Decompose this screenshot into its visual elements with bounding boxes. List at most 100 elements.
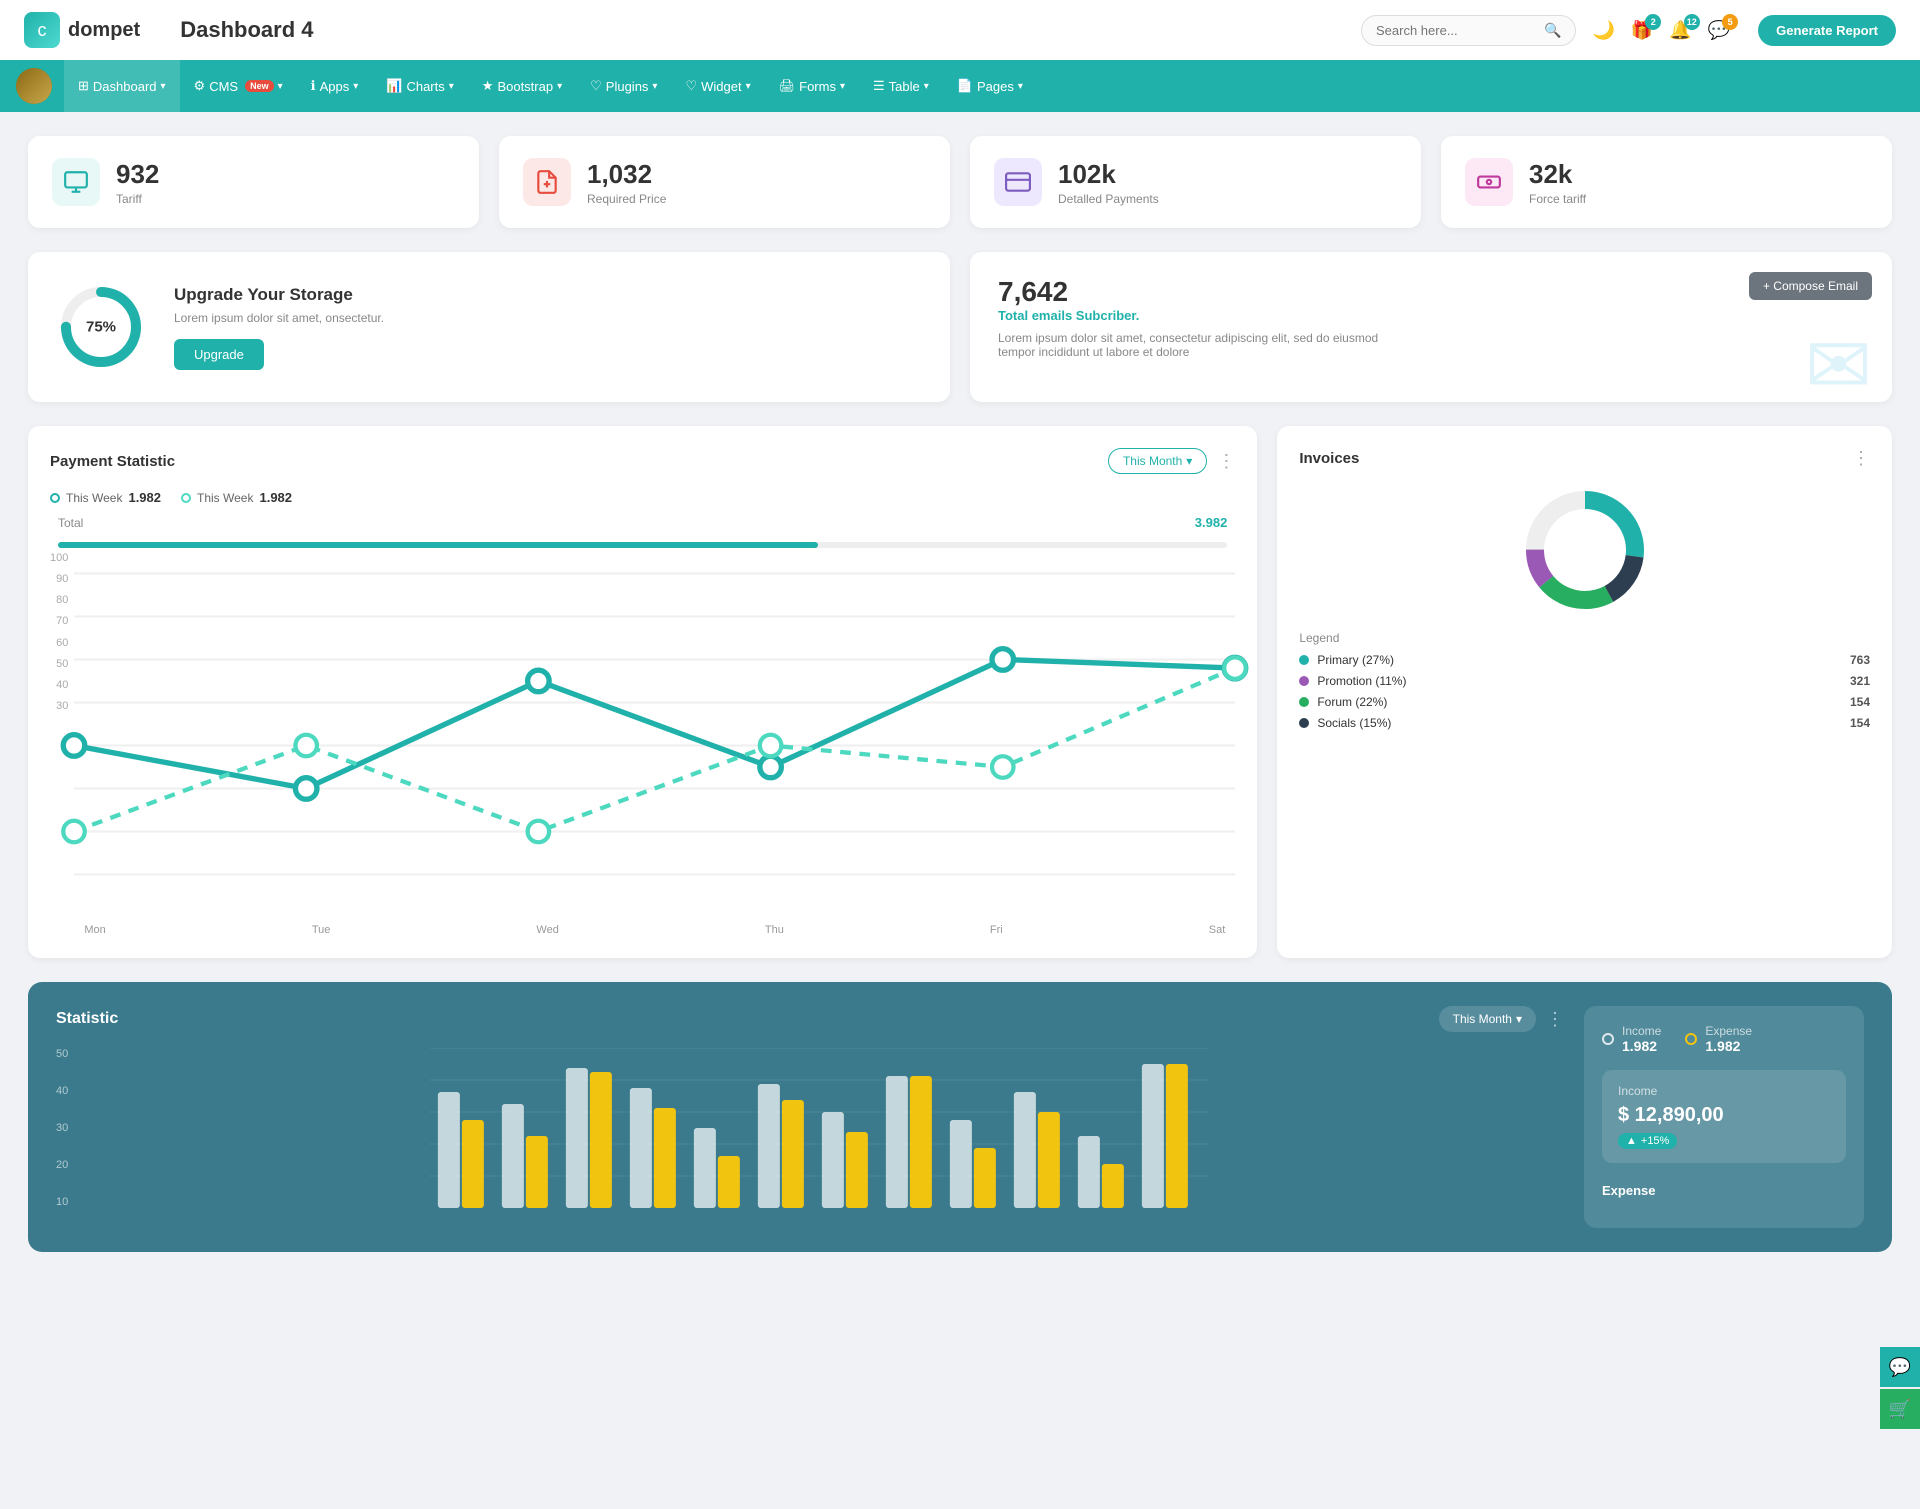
statistic-more-icon[interactable]: ⋮ [1546,1009,1564,1030]
dark-mode-button[interactable]: 🌙 [1592,20,1614,41]
email-bg-icon: ✉ [1805,319,1872,402]
forum-dot [1299,697,1309,707]
email-card: + Compose Email 7,642 Total emails Subcr… [970,252,1892,402]
notification-badge: 12 [1684,14,1700,30]
storage-percent: 75% [86,319,116,336]
income-legend-value: 1.982 [1622,1038,1661,1054]
this-month-button[interactable]: This Month ▾ [1108,448,1207,474]
statistic-chart-area: Statistic This Month ▾ ⋮ 50 40 30 20 [56,1006,1564,1228]
gift-button[interactable]: 🎁2 [1631,20,1653,41]
plugins-icon: ♡ [590,78,602,94]
cart-support-button[interactable]: 🛒 [1880,1389,1920,1429]
nav-item-bootstrap[interactable]: ★ Bootstrap ▾ [468,60,576,112]
socials-dot [1299,718,1309,728]
nav-item-dashboard[interactable]: ⊞ Dashboard ▾ [64,60,180,112]
bar-y-labels: 50 40 30 20 10 [56,1048,76,1228]
logo: c dompet [24,12,140,48]
income-change-badge: ▲ +15% [1618,1133,1677,1149]
price-value: 1,032 [587,159,666,190]
invoices-title: Invoices [1299,450,1359,467]
y-axis-labels: 100 90 80 70 60 50 40 30 [50,552,74,712]
header: c dompet Dashboard 4 🔍 🌙 🎁2 🔔12 💬5 Gener… [0,0,1920,60]
payments-icon [994,158,1042,206]
total-progress [50,542,1235,548]
statistic-this-month-button[interactable]: This Month ▾ [1439,1006,1536,1032]
notification-button[interactable]: 🔔12 [1669,20,1691,41]
stat-card-tariff: 932 Tariff [28,136,479,228]
legend-item-1: This Week 1.982 [50,490,161,505]
stat-card-force-tariff: 32k Force tariff [1441,136,1892,228]
storage-card: 75% Upgrade Your Storage Lorem ipsum dol… [28,252,950,402]
chart-title: Payment Statistic [50,453,175,470]
chat-support-button[interactable]: 💬 [1880,1347,1920,1387]
line-chart-container: Mon Tue Wed Thu Fri Sat [74,552,1235,936]
legend-left-socials: Socials (15%) [1299,716,1391,730]
nav-avatar [16,68,52,104]
chart-header: Payment Statistic This Month ▾ ⋮ [50,448,1235,474]
statistic-title: Statistic [56,1010,118,1028]
message-button[interactable]: 💬5 [1708,20,1730,41]
nav-item-widget[interactable]: ♡ Widget ▾ [671,60,764,112]
nav-item-pages[interactable]: 📄 Pages ▾ [943,60,1037,112]
invoices-card: Invoices ⋮ Legend [1277,426,1892,958]
primary-dot [1299,655,1309,665]
stat-card-payments: 102k Detalled Payments [970,136,1421,228]
nav-item-table[interactable]: ☰ Table ▾ [859,60,943,112]
more-options-icon[interactable]: ⋮ [1217,451,1235,472]
nav-item-apps[interactable]: ℹ Apps ▾ [297,60,373,112]
storage-title: Upgrade Your Storage [174,285,384,305]
nav-label-pages: Pages [977,79,1014,94]
legend-title: Legend [1299,631,1870,645]
stat-card-price: 1,032 Required Price [499,136,950,228]
chevron-down-icon-bootstrap: ▾ [557,81,562,92]
tariff-label: Tariff [116,192,159,206]
nav-item-charts[interactable]: 📊 Charts ▾ [372,60,468,112]
bootstrap-icon: ★ [482,78,494,94]
income-amount: $ 12,890,00 [1618,1104,1830,1127]
stat-info-panel: Income 1.982 Expense 1.982 Income $ [1584,1006,1864,1228]
nav-label-forms: Forms [799,79,836,94]
main-content: 932 Tariff 1,032 Required Price 102k Det… [0,112,1920,1300]
page-title: Dashboard 4 [180,17,1361,43]
nav-item-forms[interactable]: 🖨 Forms ▾ [765,60,859,112]
statistic-header: Statistic This Month ▾ ⋮ [56,1006,1564,1032]
nav-item-cms[interactable]: ⚙ CMS New ▾ [180,60,297,112]
income-box: Income $ 12,890,00 ▲ +15% [1602,1070,1846,1163]
compose-email-button[interactable]: + Compose Email [1749,272,1872,300]
search-input[interactable] [1376,23,1536,38]
nav-label-bootstrap: Bootstrap [497,79,553,94]
income-legend-label: Income [1622,1024,1661,1038]
message-badge: 5 [1722,14,1738,30]
middle-section: 75% Upgrade Your Storage Lorem ipsum dol… [28,252,1892,402]
search-icon[interactable]: 🔍 [1544,22,1561,39]
upgrade-button[interactable]: Upgrade [174,339,264,370]
stat-legend-row: Income 1.982 Expense 1.982 [1602,1024,1846,1054]
income-change-value: +15% [1641,1135,1669,1147]
statistic-controls: This Month ▾ ⋮ [1439,1006,1564,1032]
invoices-more-icon[interactable]: ⋮ [1852,448,1870,469]
legend-dot-2 [181,493,191,503]
expense-legend: Expense 1.982 [1685,1024,1752,1054]
generate-report-button[interactable]: Generate Report [1758,15,1896,46]
legend-left-forum: Forum (22%) [1299,695,1387,709]
nav-item-plugins[interactable]: ♡ Plugins ▾ [576,60,671,112]
chevron-down-icon-charts: ▾ [449,81,454,92]
forms-icon: 🖨 [779,78,796,94]
logo-text: dompet [68,19,140,42]
price-label: Required Price [587,192,666,206]
statistic-section: Statistic This Month ▾ ⋮ 50 40 30 20 [28,982,1892,1252]
legend-left-primary: Primary (27%) [1299,653,1394,667]
total-row: Total 3.982 [50,515,1235,530]
gift-badge: 2 [1645,14,1661,30]
force-tariff-label: Force tariff [1529,192,1586,206]
legend-left-promotion: Promotion (11%) [1299,674,1406,688]
nav-label-charts: Charts [406,79,444,94]
chevron-down-icon-pages: ▾ [1018,81,1023,92]
bar-chart-wrapper: 50 40 30 20 10 [56,1048,1564,1228]
expense-section-label: Expense [1602,1183,1846,1198]
tariff-value: 932 [116,159,159,190]
chart-controls: This Month ▾ ⋮ [1108,448,1235,474]
bar-chart-svg [76,1048,1564,1208]
payments-label: Detalled Payments [1058,192,1159,206]
expense-section: Expense [1602,1175,1846,1210]
